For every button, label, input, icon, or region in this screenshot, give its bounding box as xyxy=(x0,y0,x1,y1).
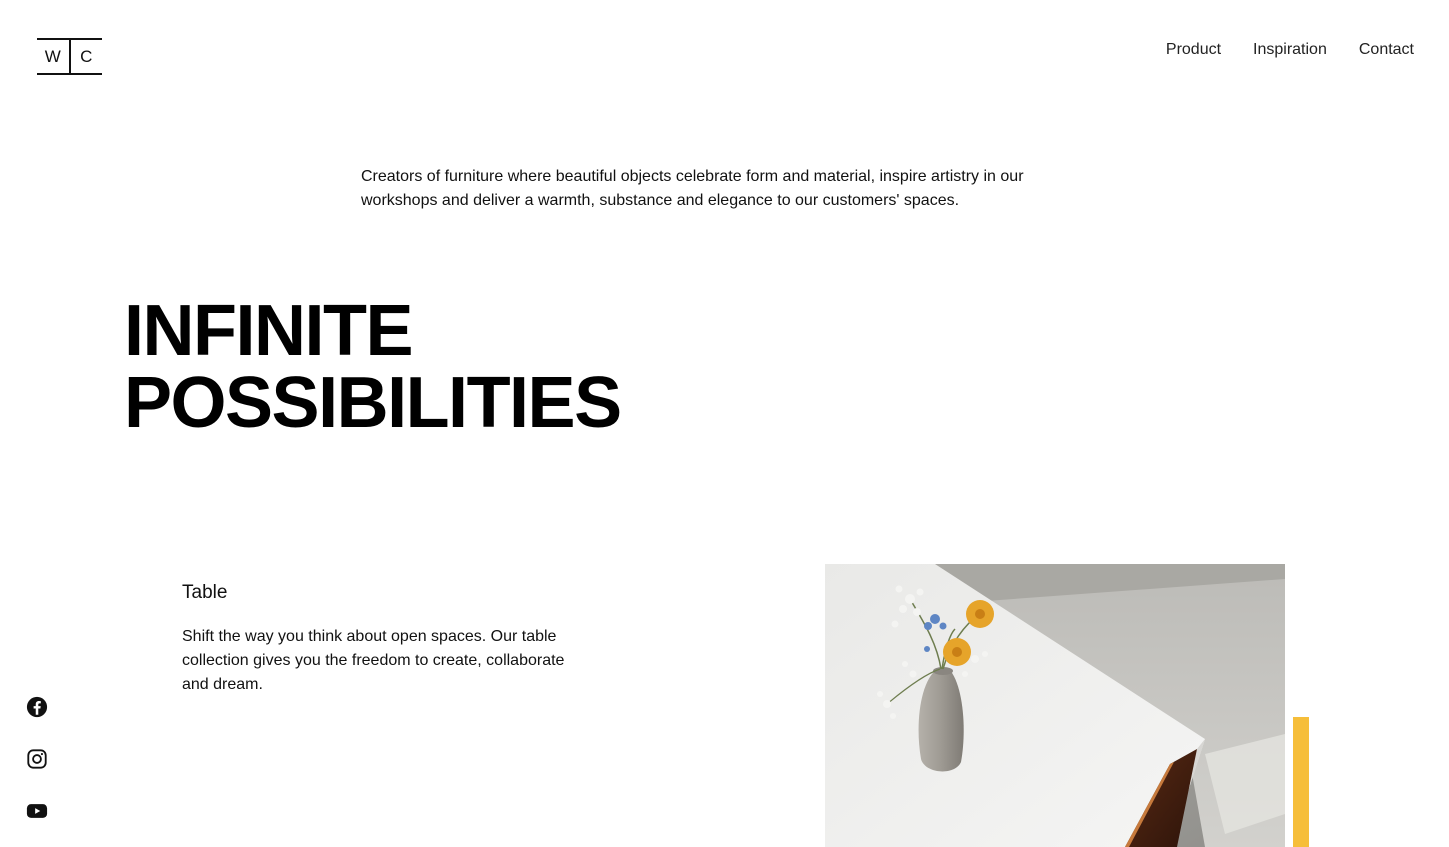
youtube-icon[interactable] xyxy=(26,800,48,822)
brand-logo[interactable]: W C xyxy=(37,38,102,75)
hero-headline-line2: POSSIBILITIES xyxy=(124,363,622,443)
instagram-icon[interactable] xyxy=(26,748,48,770)
feature-description: Shift the way you think about open space… xyxy=(182,628,565,693)
feature-title: Table xyxy=(182,582,228,603)
logo-letter-w: W xyxy=(44,47,61,66)
hero-headline-line1: INFINITE xyxy=(124,291,413,371)
social-links xyxy=(26,696,48,822)
nav-item-inspiration[interactable]: Inspiration xyxy=(1253,41,1327,59)
nav-item-product[interactable]: Product xyxy=(1166,41,1221,59)
hero-headline: INFINITE POSSIBILITIES xyxy=(124,291,622,443)
logo-letter-c: C xyxy=(80,47,93,66)
main-nav: Product Inspiration Contact xyxy=(1166,41,1414,59)
accent-bar xyxy=(1293,717,1309,847)
intro-text: Creators of furniture where beautiful ob… xyxy=(361,168,1024,209)
table-product-image xyxy=(825,564,1285,847)
nav-item-contact[interactable]: Contact xyxy=(1359,41,1414,59)
table-photo-illustration xyxy=(825,564,1285,847)
page: W C Product Inspiration Contact Creators… xyxy=(0,0,1449,847)
facebook-icon[interactable] xyxy=(26,696,48,718)
